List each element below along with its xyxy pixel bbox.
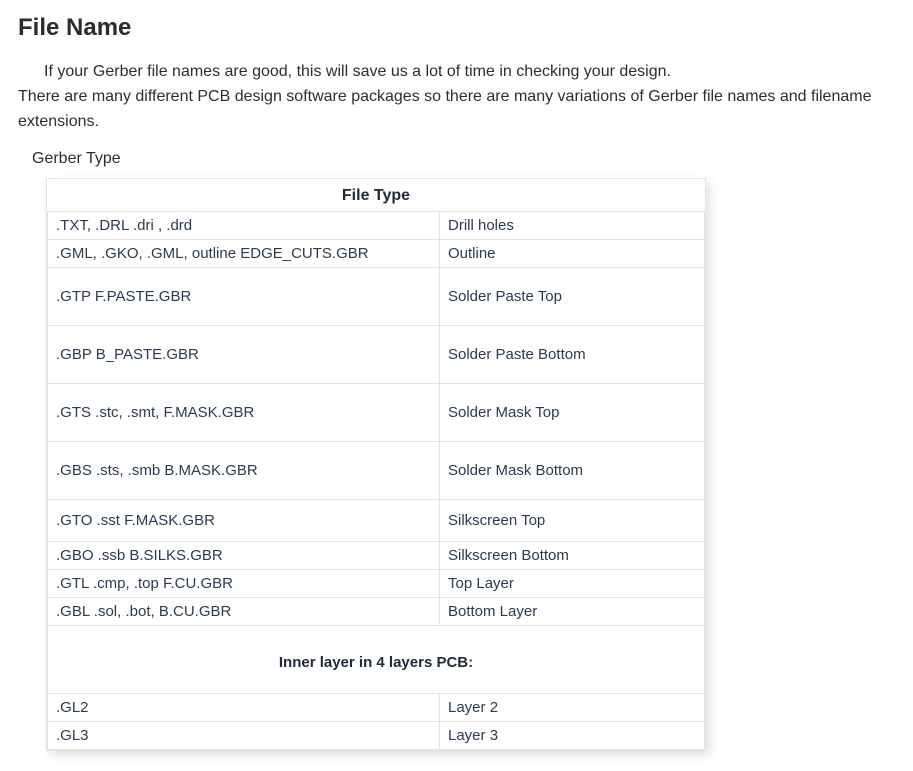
table-row: .GTS .stc, .smt, F.MASK.GBR Solder Mask … — [48, 384, 705, 442]
table-row: .GL2 Layer 2 — [48, 694, 705, 722]
file-type-table: .TXT, .DRL .dri , .drd Drill holes .GML,… — [47, 211, 705, 750]
desc-cell: Layer 3 — [440, 722, 705, 750]
file-type-table-container: File Type .TXT, .DRL .dri , .drd Drill h… — [46, 178, 706, 751]
desc-cell: Outline — [440, 240, 705, 268]
ext-cell: .TXT, .DRL .dri , .drd — [48, 212, 440, 240]
desc-cell: Top Layer — [440, 570, 705, 598]
inner-layer-heading: Inner layer in 4 layers PCB: — [48, 626, 705, 694]
page-title: File Name — [18, 14, 895, 42]
inner-layer-heading-row: Inner layer in 4 layers PCB: — [48, 626, 705, 694]
desc-cell: Drill holes — [440, 212, 705, 240]
table-row: .GBL .sol, .bot, B.CU.GBR Bottom Layer — [48, 598, 705, 626]
desc-cell: Solder Mask Top — [440, 384, 705, 442]
ext-cell: .GBL .sol, .bot, B.CU.GBR — [48, 598, 440, 626]
ext-cell: .GTL .cmp, .top F.CU.GBR — [48, 570, 440, 598]
table-row: .GBO .ssb B.SILKS.GBR Silkscreen Bottom — [48, 542, 705, 570]
ext-cell: .GTP F.PASTE.GBR — [48, 268, 440, 326]
ext-cell: .GL2 — [48, 694, 440, 722]
table-row: .GML, .GKO, .GML, outline EDGE_CUTS.GBR … — [48, 240, 705, 268]
gerber-type-subhead: Gerber Type — [18, 150, 895, 168]
ext-cell: .GBP B_PASTE.GBR — [48, 326, 440, 384]
ext-cell: .GBO .ssb B.SILKS.GBR — [48, 542, 440, 570]
ext-cell: .GBS .sts, .smb B.MASK.GBR — [48, 442, 440, 500]
table-row: .TXT, .DRL .dri , .drd Drill holes — [48, 212, 705, 240]
table-row: .GTP F.PASTE.GBR Solder Paste Top — [48, 268, 705, 326]
table-row: .GL3 Layer 3 — [48, 722, 705, 750]
table-row: .GTO .sst F.MASK.GBR Silkscreen Top — [48, 500, 705, 542]
desc-cell: Layer 2 — [440, 694, 705, 722]
table-row: .GBP B_PASTE.GBR Solder Paste Bottom — [48, 326, 705, 384]
table-header: File Type — [47, 179, 705, 211]
ext-cell: .GTS .stc, .smt, F.MASK.GBR — [48, 384, 440, 442]
table-row: .GTL .cmp, .top F.CU.GBR Top Layer — [48, 570, 705, 598]
table-row: .GBS .sts, .smb B.MASK.GBR Solder Mask B… — [48, 442, 705, 500]
ext-cell: .GML, .GKO, .GML, outline EDGE_CUTS.GBR — [48, 240, 440, 268]
desc-cell: Solder Mask Bottom — [440, 442, 705, 500]
desc-cell: Bottom Layer — [440, 598, 705, 626]
desc-cell: Solder Paste Top — [440, 268, 705, 326]
desc-cell: Silkscreen Top — [440, 500, 705, 542]
intro-paragraph-1: If your Gerber file names are good, this… — [18, 60, 895, 85]
desc-cell: Silkscreen Bottom — [440, 542, 705, 570]
ext-cell: .GTO .sst F.MASK.GBR — [48, 500, 440, 542]
intro-paragraph-2: There are many different PCB design soft… — [18, 85, 895, 135]
ext-cell: .GL3 — [48, 722, 440, 750]
desc-cell: Solder Paste Bottom — [440, 326, 705, 384]
